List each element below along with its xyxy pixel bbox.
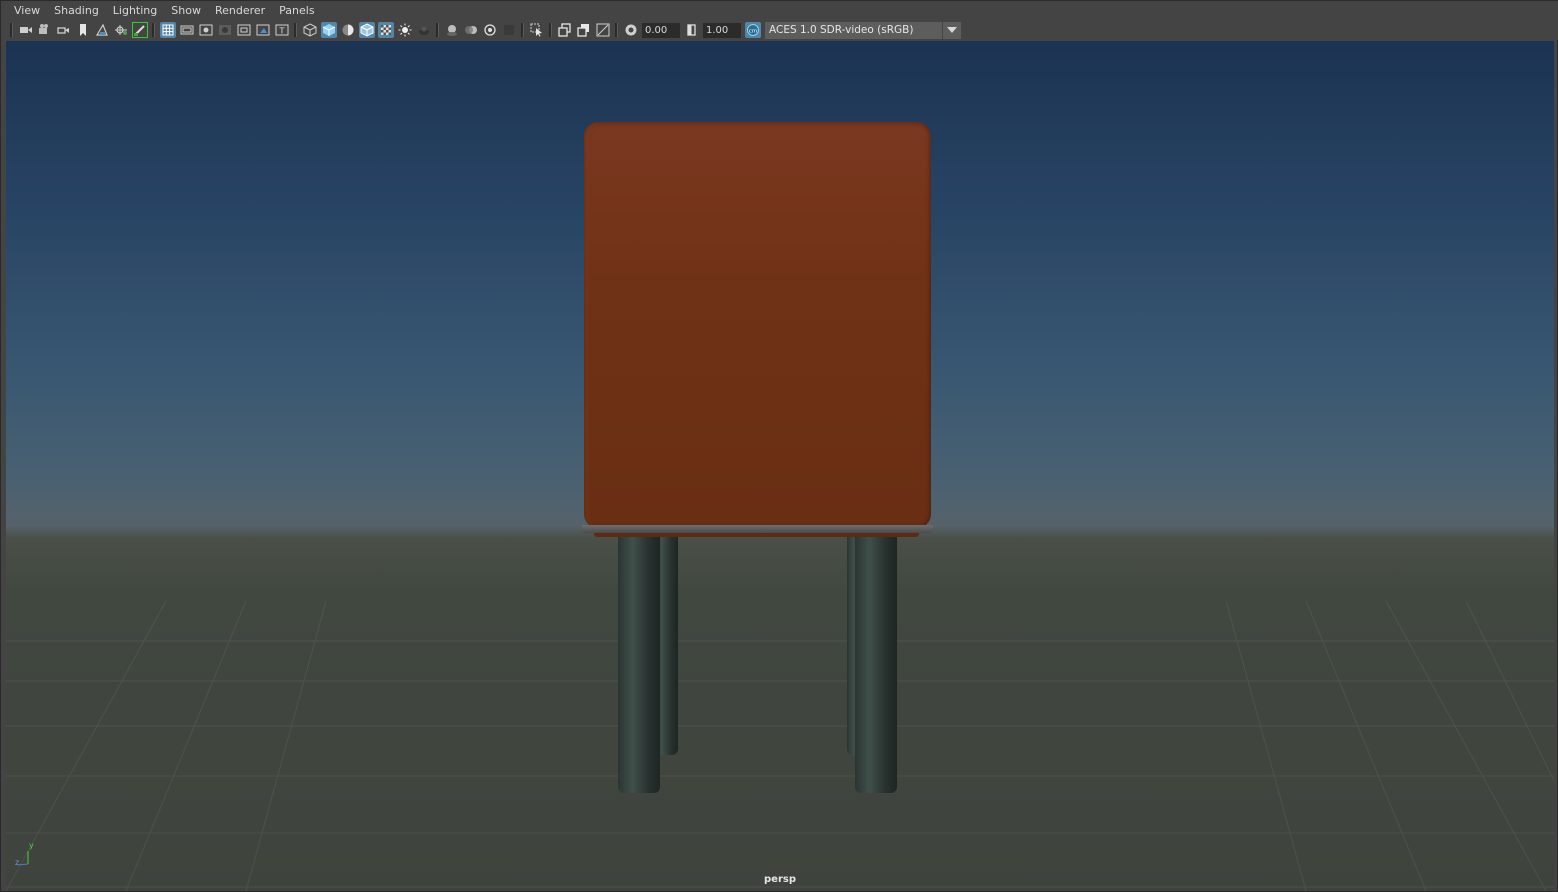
resolution-gate-icon[interactable] [198,22,214,38]
camera-lock-icon[interactable] [56,22,72,38]
camera-select-icon[interactable] [18,22,34,38]
toolbar-separator [521,23,524,37]
wireframe-icon[interactable] [302,22,318,38]
xray-joints-icon[interactable] [557,22,573,38]
cube-base-edge [582,525,933,533]
toolbar-separator [10,23,13,37]
chevron-down-icon[interactable] [942,21,961,39]
xray-active-components-icon[interactable] [576,22,592,38]
gamma-icon[interactable] [684,22,700,38]
color-management-icon[interactable]: cm [745,22,761,38]
axis-gizmo: y z [15,841,38,868]
toolbar-separator [294,23,297,37]
grease-pencil-icon[interactable] [132,22,148,38]
ground-grid [6,601,1554,891]
motion-blur-icon[interactable] [463,22,479,38]
shadows-icon[interactable] [416,22,432,38]
menu-panels[interactable]: Panels [272,1,321,20]
safe-title-icon[interactable]: T [274,22,290,38]
cube-mesh[interactable] [584,122,931,528]
3d-viewport[interactable]: y z persp [6,41,1554,891]
exposure-field[interactable]: 0.00 [642,22,680,38]
use-all-lights-icon[interactable] [397,22,413,38]
multisample-aa-icon[interactable] [482,22,498,38]
menu-shading[interactable]: Shading [47,1,106,20]
menu-renderer[interactable]: Renderer [208,1,272,20]
default-material-icon[interactable] [340,22,356,38]
depth-of-field-icon[interactable] [501,22,517,38]
gamma-field[interactable]: 1.00 [703,22,741,38]
panel-toolbar: T 0.00 1.00 cm ACES 1.0 SDR-video (sRGB) [1,20,1558,40]
color-space-label: ACES 1.0 SDR-video (sRGB) [769,23,914,36]
color-space-dropdown[interactable]: ACES 1.0 SDR-video (sRGB) [765,21,961,39]
2d-pan-zoom-icon[interactable] [113,22,129,38]
screen-space-ao-icon[interactable] [444,22,460,38]
safe-action-icon[interactable] [255,22,271,38]
toolbar-separator [436,23,439,37]
film-gate-icon[interactable] [179,22,195,38]
menu-view[interactable]: View [1,1,47,20]
toolbar-separator [152,23,155,37]
toolbar-separator [615,23,618,37]
camera-name-label: persp [764,874,796,885]
svg-text:cm: cm [749,28,757,34]
bookmark-icon[interactable] [75,22,91,38]
menu-lighting[interactable]: Lighting [106,1,164,20]
axis-y-label: y [29,841,34,850]
front-right-leg[interactable] [855,537,897,793]
grid-icon[interactable] [160,22,176,38]
field-chart-icon[interactable] [236,22,252,38]
exposure-icon[interactable] [623,22,639,38]
gate-mask-icon[interactable] [217,22,233,38]
menu-show[interactable]: Show [164,1,208,20]
panel-menubar: View Shading Lighting Show Renderer Pane… [1,1,1558,20]
maya-viewport-panel: View Shading Lighting Show Renderer Pane… [0,0,1558,892]
smooth-shade-icon[interactable] [321,22,337,38]
front-left-leg[interactable] [618,537,660,793]
camera-attributes-icon[interactable] [37,22,53,38]
axis-z-label: z [15,858,20,867]
wireframe-on-shaded-icon[interactable] [359,22,375,38]
backface-culling-icon[interactable] [595,22,611,38]
image-plane-icon[interactable] [94,22,110,38]
xray-icon[interactable] [378,22,394,38]
isolate-select-icon[interactable] [529,22,545,38]
toolbar-separator [549,23,552,37]
svg-text:T: T [279,27,285,36]
